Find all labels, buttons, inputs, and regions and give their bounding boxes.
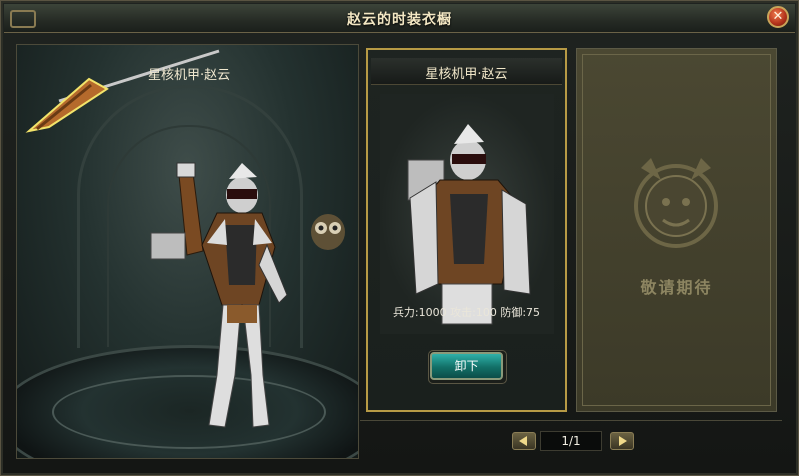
character-model (150, 162, 288, 428)
costume-card-name: 星核机甲·赵云 (425, 67, 508, 82)
window-title: 赵云的时装衣橱 (347, 12, 452, 28)
prev-page-button[interactable] (512, 432, 536, 450)
costume-portrait-image (407, 124, 531, 325)
preview-costume-name: 星核机甲·赵云 (148, 68, 231, 83)
costume-card-art (380, 94, 554, 334)
close-button[interactable]: ✕ (767, 6, 789, 28)
unequip-button[interactable]: 卸下 (430, 352, 503, 380)
costume-card-stats: 兵力:1000 攻击:100 防御:75 (392, 306, 541, 319)
coming-soon-label: 敬请期待 (640, 278, 713, 297)
owl-watermark-icon (311, 214, 345, 250)
arrow-right-icon (619, 436, 627, 446)
arrow-left-icon (519, 436, 527, 446)
dragon-emblem-icon (634, 158, 718, 248)
spear-weapon (25, 49, 220, 133)
title-bar: 赵云的时装衣橱 (4, 4, 795, 33)
page-indicator: 1/1 (540, 431, 602, 451)
next-page-button[interactable] (610, 432, 634, 450)
